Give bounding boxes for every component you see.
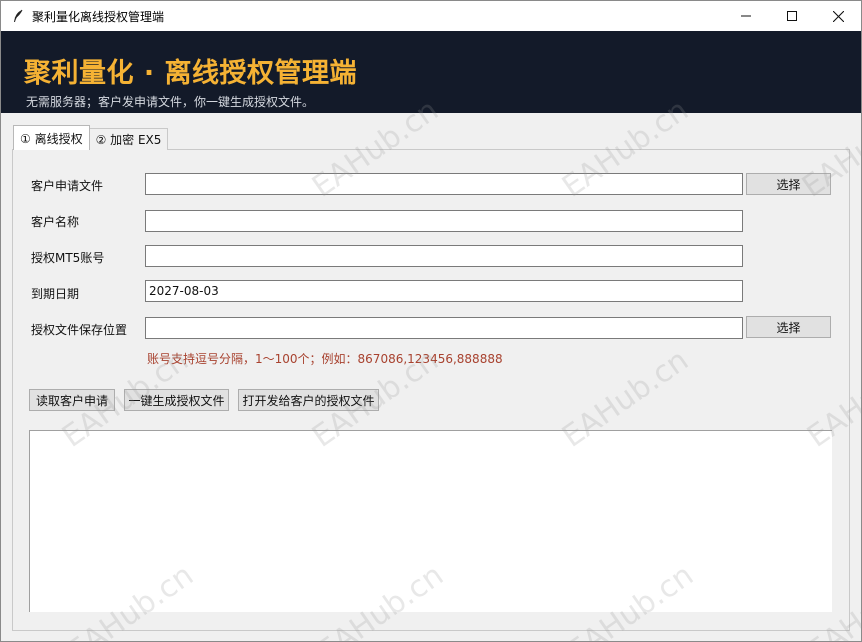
tab-bar: ① 离线授权 ② 加密 EX5	[13, 125, 169, 150]
expiry-date-input[interactable]: 2027-08-03	[145, 280, 743, 302]
request-file-label: 客户申请文件	[31, 179, 104, 193]
browse-request-file-button[interactable]: 选择	[746, 173, 831, 195]
generate-license-button[interactable]: 一键生成授权文件	[124, 389, 229, 411]
log-output[interactable]	[29, 430, 832, 612]
browse-save-location-button[interactable]: 选择	[746, 316, 831, 338]
app-subtitle: 无需服务器；客户发申请文件，你一键生成授权文件。	[26, 95, 315, 109]
window-title: 聚利量化离线授权管理端	[32, 9, 165, 24]
title-bar[interactable]: 聚利量化离线授权管理端	[1, 1, 861, 31]
expiry-date-label: 到期日期	[31, 287, 80, 301]
customer-name-input[interactable]	[145, 210, 743, 232]
account-label: 授权MT5账号	[31, 251, 105, 265]
customer-name-label: 客户名称	[31, 215, 80, 229]
tab-encrypt-ex5[interactable]: ② 加密 EX5	[88, 128, 169, 150]
account-input[interactable]	[145, 245, 743, 267]
minimize-icon	[741, 15, 751, 17]
request-file-input[interactable]	[145, 173, 743, 195]
open-license-file-button[interactable]: 打开发给客户的授权文件	[238, 389, 379, 411]
close-button[interactable]	[815, 1, 861, 31]
header-banner: 聚利量化 · 离线授权管理端 无需服务器；客户发申请文件，你一键生成授权文件。	[1, 31, 861, 113]
app-title: 聚利量化 · 离线授权管理端	[24, 58, 358, 89]
maximize-icon	[787, 11, 797, 21]
app-window: 聚利量化离线授权管理端 聚利量化 · 离线授权管理端 无需服务器；客户发申请文件…	[0, 0, 862, 642]
close-icon	[832, 10, 844, 22]
tab-offline-license[interactable]: ① 离线授权	[13, 125, 90, 150]
minimize-button[interactable]	[723, 1, 769, 31]
save-location-input[interactable]	[145, 317, 743, 339]
account-hint: 账号支持逗号分隔，1～100个；例如：867086,123456,888888	[147, 352, 503, 366]
read-request-button[interactable]: 读取客户申请	[29, 389, 115, 411]
save-location-label: 授权文件保存位置	[31, 323, 128, 337]
maximize-button[interactable]	[769, 1, 815, 31]
feather-icon	[10, 8, 26, 24]
